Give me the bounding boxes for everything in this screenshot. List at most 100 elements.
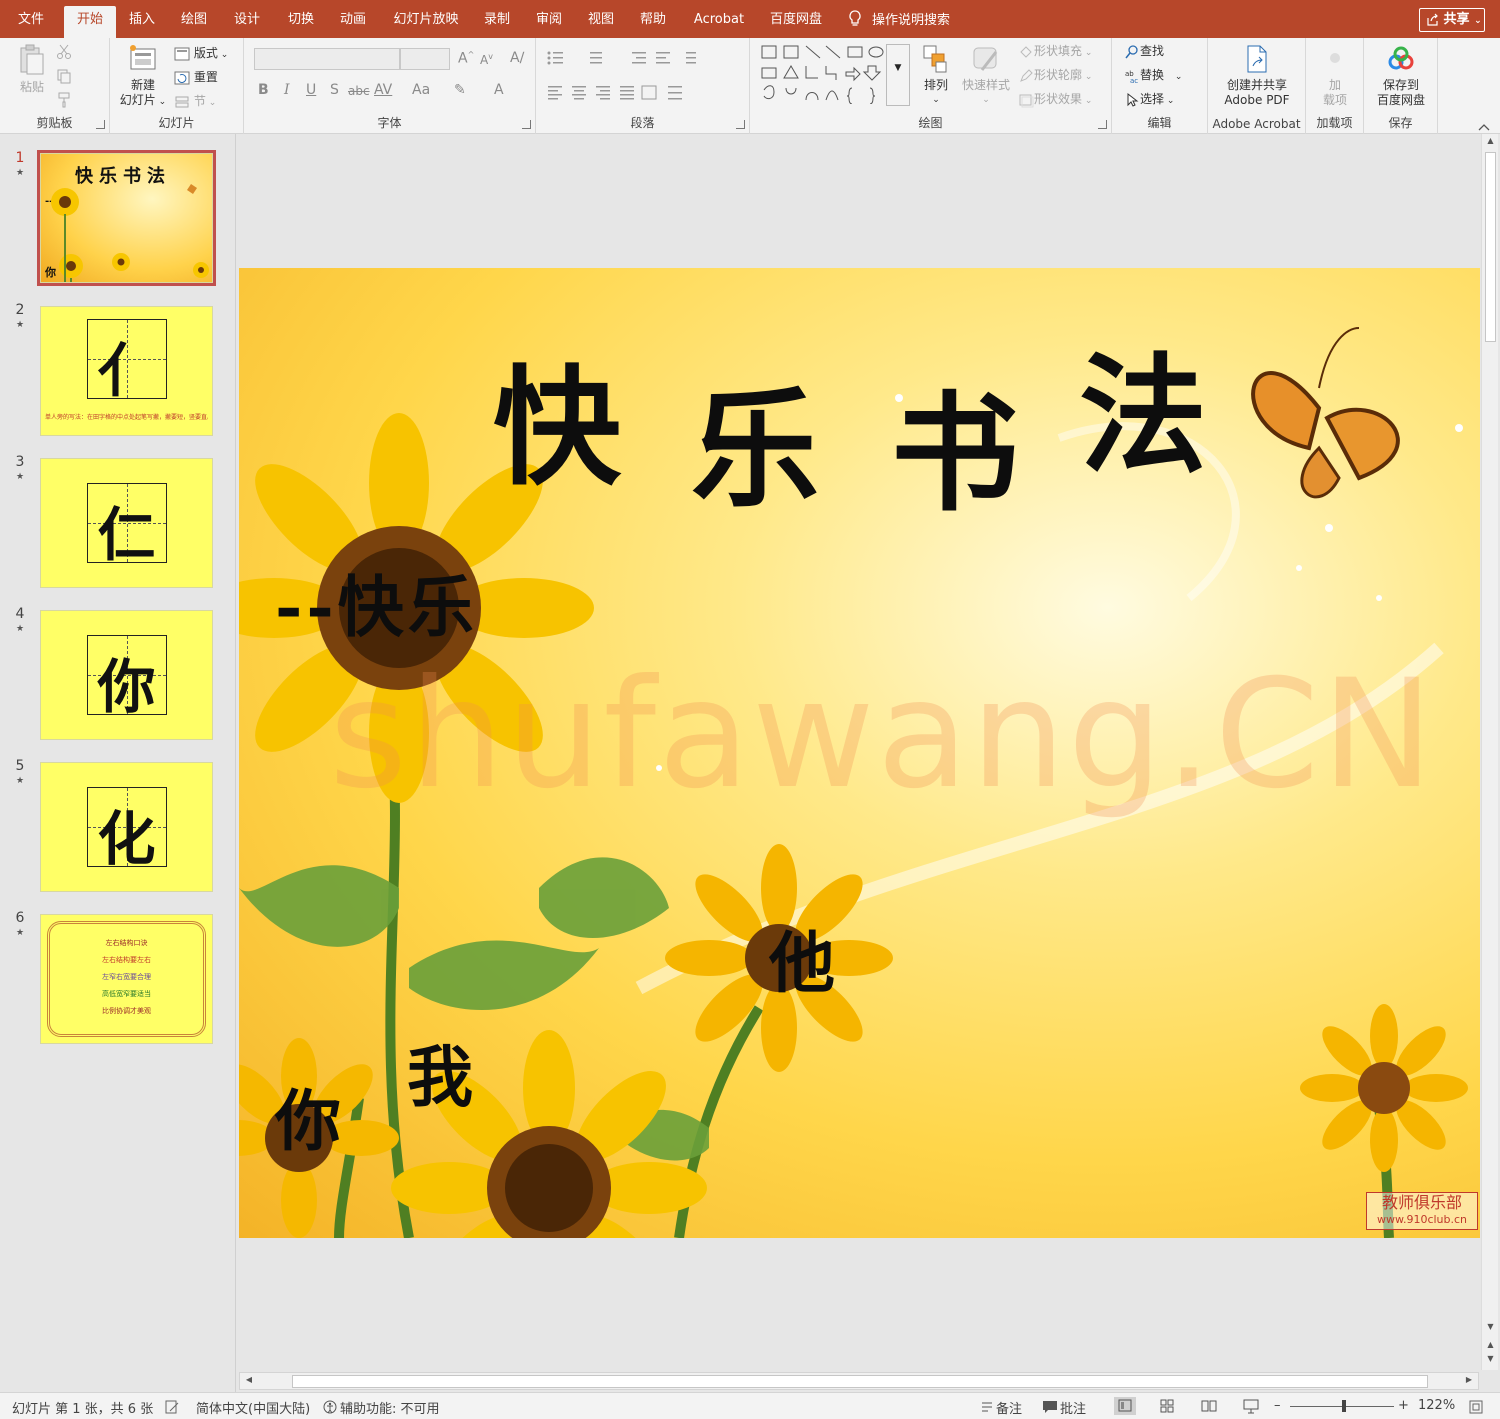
next-slide-icon[interactable]: ▼ [1485,1354,1496,1363]
title-char-3[interactable]: 书 [891,390,1019,518]
align-icons[interactable] [546,84,716,100]
tab-acrobat[interactable]: Acrobat [688,6,750,38]
shape-outline-button[interactable]: 形状轮廓 ⌄ [1018,66,1092,84]
current-slide[interactable]: shufawang.CN 快 乐 书 法 --快乐 他 我 你 教师俱乐部 ww… [239,268,1480,1238]
word-wo[interactable]: 我 [407,1024,473,1120]
slide-thumbnail-5[interactable]: 化 [40,762,213,892]
shape-fill-button[interactable]: 形状填充 ⌄ [1018,42,1092,60]
fit-to-window-icon[interactable] [1468,1399,1484,1415]
title-char-4[interactable]: 法 [1079,352,1207,480]
tab-help[interactable]: 帮助 [630,6,676,38]
zoom-slider-knob[interactable] [1342,1400,1346,1412]
scroll-up-arrow-icon[interactable]: ▲ [1485,136,1496,145]
tab-view[interactable]: 视图 [578,6,624,38]
slideshow-icon [1243,1399,1259,1414]
word-ni[interactable]: 你 [275,1068,341,1164]
highlight-icon[interactable]: ✎ [454,82,466,98]
replace-button[interactable]: ab ac 替换 ⌄ [1124,66,1182,84]
language-indicator[interactable]: 简体中文(中国大陆) [196,1398,310,1417]
clear-formatting-icon[interactable]: A∕ [510,50,524,66]
character-spacing-button[interactable]: AV [374,82,392,98]
previous-slide-icon[interactable]: ▲ [1485,1340,1496,1349]
font-launcher-icon[interactable] [522,120,531,129]
find-button[interactable]: 查找 [1124,42,1164,60]
create-share-pdf-button[interactable]: 创建并共享 Adobe PDF [1212,44,1302,108]
slide-subtitle[interactable]: --快乐 [275,554,478,650]
tab-insert[interactable]: 插入 [120,6,164,38]
section-button[interactable]: 节 ⌄ [174,92,216,110]
addins-button[interactable]: 加 载项 [1310,44,1360,108]
normal-view-button[interactable] [1114,1397,1136,1415]
tab-design[interactable]: 设计 [224,6,270,38]
underline-button[interactable]: U [306,82,316,98]
reset-button[interactable]: 重置 [174,68,218,86]
increase-font-icon[interactable]: A^ [458,50,474,67]
tab-animations[interactable]: 动画 [330,6,376,38]
format-painter-icon[interactable] [56,92,72,108]
shape-effects-button[interactable]: 形状效果 ⌄ [1018,90,1092,108]
arrange-button[interactable]: 排列 ⌄ [918,44,954,108]
title-char-2[interactable]: 乐 [691,386,819,514]
scroll-left-arrow-icon[interactable]: ◀ [244,1375,254,1384]
vertical-scrollbar[interactable]: ▲ ▼ ▲ ▼ [1481,134,1498,1370]
zoom-level[interactable]: 122% [1418,1398,1455,1413]
font-name-combo[interactable] [254,48,400,70]
collapse-ribbon-icon[interactable] [1478,123,1490,131]
font-size-combo[interactable] [400,48,450,70]
paragraph-launcher-icon[interactable] [736,120,745,129]
change-case-button[interactable]: Aa [412,82,430,98]
cut-icon[interactable] [56,44,72,60]
copy-icon[interactable] [56,68,72,84]
clipboard-launcher-icon[interactable] [96,120,105,129]
spell-check-icon[interactable] [164,1399,180,1415]
slide-thumbnail-3[interactable]: 仁 [40,458,213,588]
scroll-right-arrow-icon[interactable]: ▶ [1464,1375,1474,1384]
zoom-slider[interactable] [1290,1400,1394,1412]
vertical-scroll-thumb[interactable] [1485,152,1496,342]
layout-button[interactable]: 版式 ⌄ [174,44,228,62]
tab-review[interactable]: 审阅 [526,6,572,38]
zoom-out-button[interactable]: – [1274,1398,1281,1413]
select-button[interactable]: 选择 ⌄ [1124,90,1174,108]
title-char-1[interactable]: 快 [493,364,621,492]
slide-thumbnail-pane: 1 ★ 快乐书法 --快乐 你 2 ★ 亻 单人旁的写法：在田字格的中点处起笔写… [0,134,236,1392]
notes-button[interactable]: 备注 [996,1398,1022,1417]
scroll-down-arrow-icon[interactable]: ▼ [1485,1322,1496,1331]
strikethrough-button[interactable]: abc [348,84,370,98]
new-slide-button[interactable]: 新建 幻灯片 ⌄ [114,44,172,110]
slide-thumbnail-1[interactable]: 快乐书法 --快乐 你 [37,150,216,286]
shapes-gallery-more[interactable]: ▼ [886,44,910,106]
drawing-launcher-icon[interactable] [1098,120,1107,129]
word-ta[interactable]: 他 [769,910,835,1006]
accessibility-status[interactable]: 辅助功能: 不可用 [340,1398,440,1417]
horizontal-scrollbar[interactable]: ◀ ▶ [237,1370,1481,1392]
tab-slideshow[interactable]: 幻灯片放映 [386,6,466,38]
tab-home[interactable]: 开始 [64,6,116,38]
slide-thumbnail-2[interactable]: 亻 单人旁的写法：在田字格的中点处起笔写撇，撇要短，竖要直。 [40,306,213,436]
tab-draw[interactable]: 绘图 [172,6,216,38]
share-button[interactable]: 共享 ⌄ [1419,8,1485,32]
slide-thumbnail-4[interactable]: 你 [40,610,213,740]
zoom-in-button[interactable]: + [1398,1398,1409,1413]
tab-transitions[interactable]: 切换 [278,6,324,38]
horizontal-scroll-thumb[interactable] [292,1375,1428,1388]
tab-record[interactable]: 录制 [474,6,520,38]
comments-button[interactable]: 批注 [1060,1398,1086,1417]
font-color-icon[interactable]: A [494,82,504,98]
shapes-gallery[interactable] [760,44,890,104]
bullets-icon[interactable] [546,50,716,66]
bold-button[interactable]: B [258,82,269,98]
italic-button[interactable]: I [284,82,290,98]
tab-baidu-netdisk[interactable]: 百度网盘 [762,6,830,38]
decrease-font-icon[interactable]: Av [480,52,493,67]
save-to-baidu-button[interactable]: 保存到 百度网盘 [1368,44,1434,108]
quick-styles-button[interactable]: 快速样式 ⌄ [958,44,1014,108]
tab-file[interactable]: 文件 [8,6,54,38]
slideshow-view-button[interactable] [1240,1397,1262,1415]
text-shadow-button[interactable]: S [330,82,339,98]
tell-me-search[interactable]: 操作说明搜索 [848,10,950,32]
slide-thumbnail-6[interactable]: 左右结构口诀 左右结构要左右 左窄右宽要合理 高低宽窄要适当 比例协调才美观 [40,914,213,1044]
slide-sorter-button[interactable] [1156,1397,1178,1415]
reading-view-button[interactable] [1198,1397,1220,1415]
paste-button[interactable]: 粘贴 [12,44,52,95]
